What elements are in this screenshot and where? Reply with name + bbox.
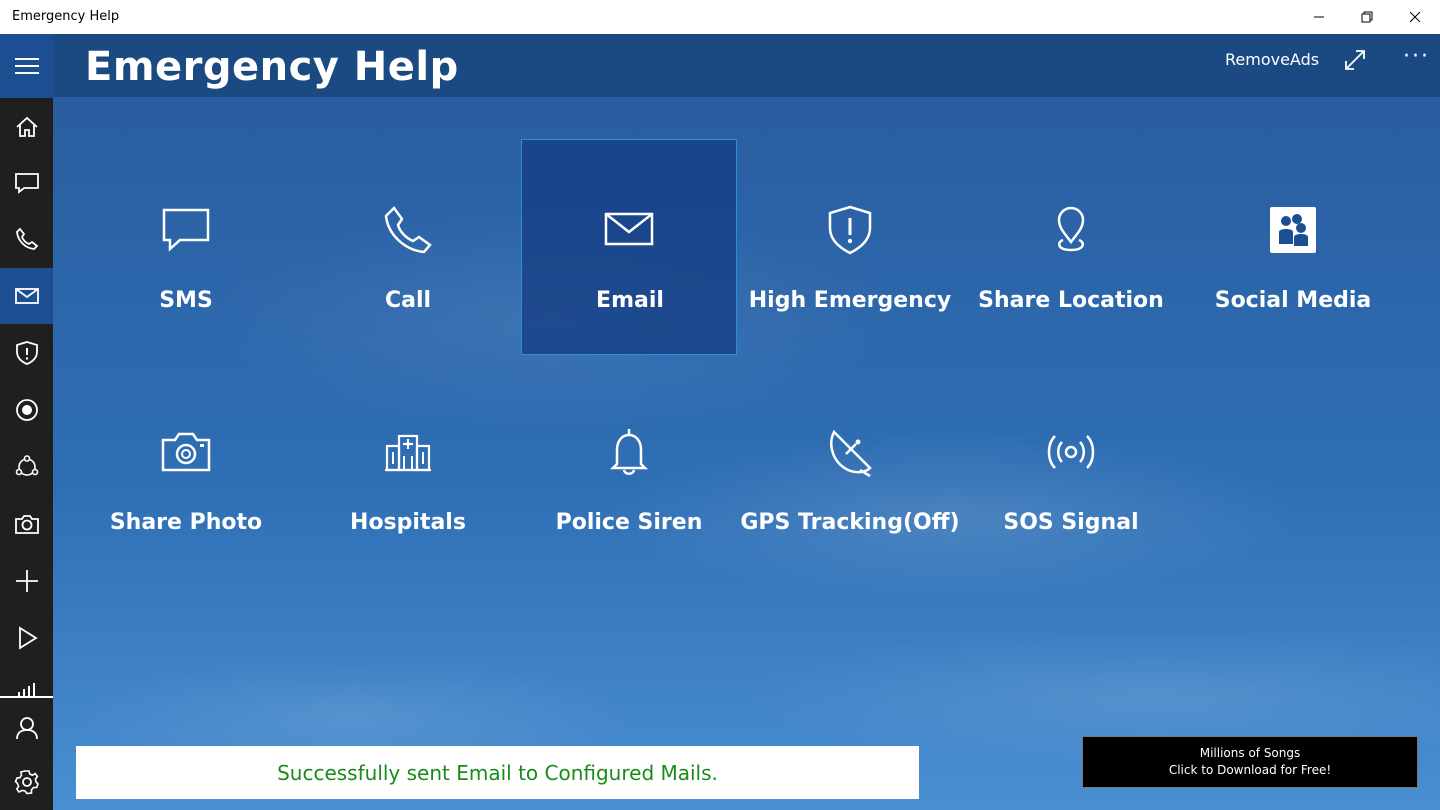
remove-ads-button[interactable]: RemoveAds <box>1225 50 1319 69</box>
tile-label: Social Media <box>1214 288 1372 313</box>
nav-camera[interactable] <box>0 496 53 552</box>
broadcast-icon <box>1047 435 1095 469</box>
sidebar-divider <box>0 696 53 698</box>
tile-email[interactable]: Email <box>521 139 737 355</box>
close-button[interactable] <box>1391 0 1439 34</box>
mail-icon <box>14 288 39 304</box>
nav-share[interactable] <box>0 439 53 495</box>
signal-bars-icon <box>17 683 35 696</box>
user-icon <box>15 717 38 740</box>
tile-gps-tracking[interactable]: GPS Tracking(Off) <box>740 362 960 578</box>
tile-sos-signal[interactable]: SOS Signal <box>963 362 1179 578</box>
sidebar <box>0 34 53 810</box>
close-icon <box>1409 11 1421 23</box>
play-icon <box>18 626 38 650</box>
home-icon <box>15 116 38 137</box>
nav-account[interactable] <box>0 700 53 756</box>
nav-sms[interactable] <box>0 155 53 211</box>
add-icon <box>15 570 38 592</box>
hospital-icon <box>385 434 431 472</box>
hamburger-button[interactable] <box>0 34 53 98</box>
camera-icon <box>161 432 211 472</box>
ad-line-1: Millions of Songs <box>1199 746 1301 760</box>
location-pin-icon <box>1057 206 1085 252</box>
record-icon <box>15 399 38 421</box>
minimize-icon <box>1314 16 1324 18</box>
tile-call[interactable]: Call <box>300 140 516 356</box>
nav-settings[interactable] <box>0 754 53 810</box>
ad-banner[interactable]: Millions of Songs Click to Download for … <box>1082 736 1418 788</box>
tile-share-photo[interactable]: Share Photo <box>78 362 294 578</box>
hamburger-icon <box>14 58 39 74</box>
restore-button[interactable] <box>1343 0 1391 34</box>
status-text: Successfully sent Email to Configured Ma… <box>277 760 718 785</box>
people-icon <box>1270 207 1316 253</box>
tile-high-emergency[interactable]: High Emergency <box>742 140 958 356</box>
page-title: Emergency Help <box>85 44 459 90</box>
phone-icon <box>384 206 432 254</box>
nav-stats[interactable] <box>0 672 53 696</box>
shield-alert-icon <box>828 205 872 255</box>
nav-high-emergency[interactable] <box>0 325 53 381</box>
nav-play[interactable] <box>0 610 53 666</box>
fullscreen-icon[interactable] <box>1343 48 1367 72</box>
title-bar: Emergency Help <box>0 0 1440 34</box>
window-title: Emergency Help <box>12 9 120 24</box>
tile-share-location[interactable]: Share Location <box>963 140 1179 356</box>
shield-alert-icon <box>15 341 38 365</box>
chat-icon <box>14 173 39 194</box>
camera-icon <box>14 515 39 534</box>
mail-icon <box>604 212 654 246</box>
nav-add[interactable] <box>0 553 53 609</box>
chat-icon <box>162 208 210 252</box>
nav-record[interactable] <box>0 382 53 438</box>
settings-icon <box>14 770 39 795</box>
phone-icon <box>15 227 38 250</box>
nav-email[interactable] <box>0 268 53 324</box>
restore-icon <box>1361 11 1373 23</box>
tile-hospitals[interactable]: Hospitals <box>300 362 516 578</box>
more-options-button[interactable]: ··· <box>1403 44 1430 69</box>
bell-icon <box>609 429 649 475</box>
tile-police-siren[interactable]: Police Siren <box>521 362 737 578</box>
status-message: Successfully sent Email to Configured Ma… <box>76 746 919 799</box>
share-network-icon <box>15 455 38 476</box>
nav-call[interactable] <box>0 211 53 267</box>
nav-home[interactable] <box>0 99 53 155</box>
minimize-button[interactable] <box>1295 0 1343 34</box>
tile-label: SOS Signal <box>1003 510 1139 535</box>
ad-line-2: Click to Download for Free! <box>1168 763 1332 777</box>
app-header: Emergency Help RemoveAds ··· <box>53 34 1440 97</box>
satellite-dish-icon <box>830 429 872 478</box>
tile-social-media[interactable]: Social Media <box>1185 140 1401 356</box>
tile-sms[interactable]: SMS <box>78 140 294 356</box>
